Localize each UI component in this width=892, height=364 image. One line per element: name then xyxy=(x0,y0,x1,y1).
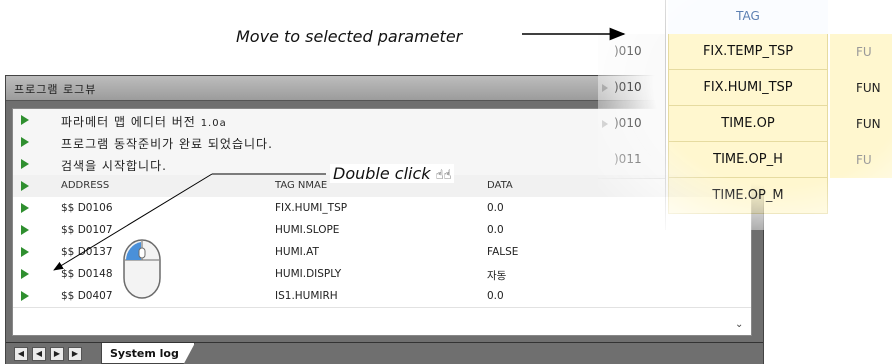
mouse-icon xyxy=(123,239,161,299)
annotation-overlay xyxy=(53,27,626,299)
